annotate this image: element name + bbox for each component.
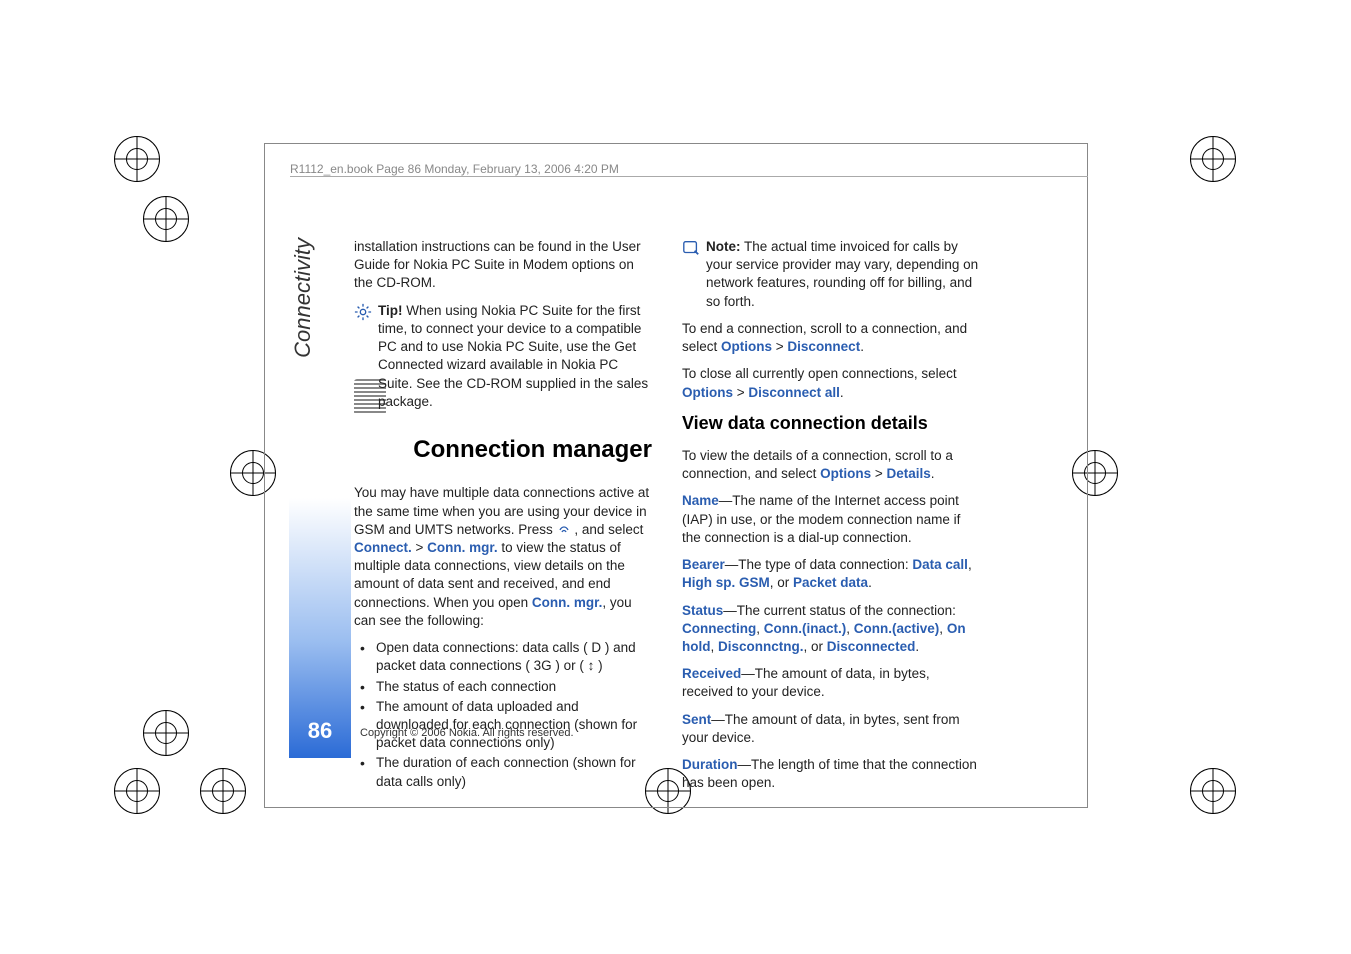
- crop-mark-icon: [114, 136, 160, 182]
- link-disconnect-all: Disconnect all: [748, 385, 840, 400]
- link-options: Options: [682, 385, 733, 400]
- list-item: The amount of data uploaded and download…: [354, 698, 654, 753]
- def-name: Name—The name of the Internet access poi…: [682, 492, 982, 547]
- tip-text: Tip! When using Nokia PC Suite for the f…: [378, 302, 654, 411]
- list-item: The duration of each connection (shown f…: [354, 754, 654, 790]
- connmgr-paragraph: You may have multiple data connections a…: [354, 484, 654, 630]
- crop-mark-icon: [1190, 768, 1236, 814]
- note-body: The actual time invoiced for calls by yo…: [706, 239, 978, 309]
- link-connect: Connect.: [354, 540, 412, 555]
- link-disconnect: Disconnect: [787, 339, 860, 354]
- crop-mark-icon: [143, 710, 189, 756]
- crop-mark-icon: [143, 196, 189, 242]
- page-header: R1112_en.book Page 86 Monday, February 1…: [290, 162, 619, 176]
- crop-mark-icon: [1190, 136, 1236, 182]
- crop-mark-icon: [114, 768, 160, 814]
- tip-block: Tip! When using Nokia PC Suite for the f…: [354, 302, 654, 420]
- subsection-heading: View data connection details: [682, 411, 982, 435]
- def-received: Received—The amount of data, in bytes, r…: [682, 665, 982, 701]
- feature-list: Open data connections: data calls ( D ) …: [354, 639, 654, 791]
- section-heading: Connection manager: [354, 434, 654, 466]
- chapter-tab: Connectivity: [290, 238, 316, 358]
- list-item: Open data connections: data calls ( D ) …: [354, 639, 654, 675]
- close-all-text: To close all currently open connections,…: [682, 365, 982, 401]
- link-options: Options: [721, 339, 772, 354]
- list-item: The status of each connection: [354, 678, 654, 696]
- link-conn-mgr: Conn. mgr.: [427, 540, 498, 555]
- note-text: Note: The actual time invoiced for calls…: [706, 238, 982, 311]
- link-options: Options: [820, 466, 871, 481]
- def-status: Status—The current status of the connect…: [682, 602, 982, 657]
- end-connection-text: To end a connection, scroll to a connect…: [682, 320, 982, 356]
- note-icon: [682, 239, 700, 257]
- def-sent: Sent—The amount of data, in bytes, sent …: [682, 711, 982, 747]
- intro-paragraph: installation instructions can be found i…: [354, 238, 654, 293]
- def-duration: Duration—The length of time that the con…: [682, 756, 982, 792]
- right-column: Note: The actual time invoiced for calls…: [682, 238, 982, 802]
- content-columns: installation instructions can be found i…: [354, 238, 1058, 802]
- tip-body: When using Nokia PC Suite for the first …: [378, 303, 648, 409]
- note-block: Note: The actual time invoiced for calls…: [682, 238, 982, 320]
- page-number: 86: [289, 718, 351, 744]
- tip-label: Tip!: [378, 303, 403, 318]
- header-rule: [290, 176, 1088, 177]
- link-conn-mgr-2: Conn. mgr.: [532, 595, 603, 610]
- crop-mark-icon: [200, 768, 246, 814]
- link-details: Details: [886, 466, 930, 481]
- tip-icon: [354, 303, 372, 321]
- view-details-text: To view the details of a connection, scr…: [682, 447, 982, 483]
- note-label: Note:: [706, 239, 741, 254]
- key-icon: [557, 523, 571, 537]
- def-bearer: Bearer—The type of data connection: Data…: [682, 556, 982, 592]
- left-column: installation instructions can be found i…: [354, 238, 654, 802]
